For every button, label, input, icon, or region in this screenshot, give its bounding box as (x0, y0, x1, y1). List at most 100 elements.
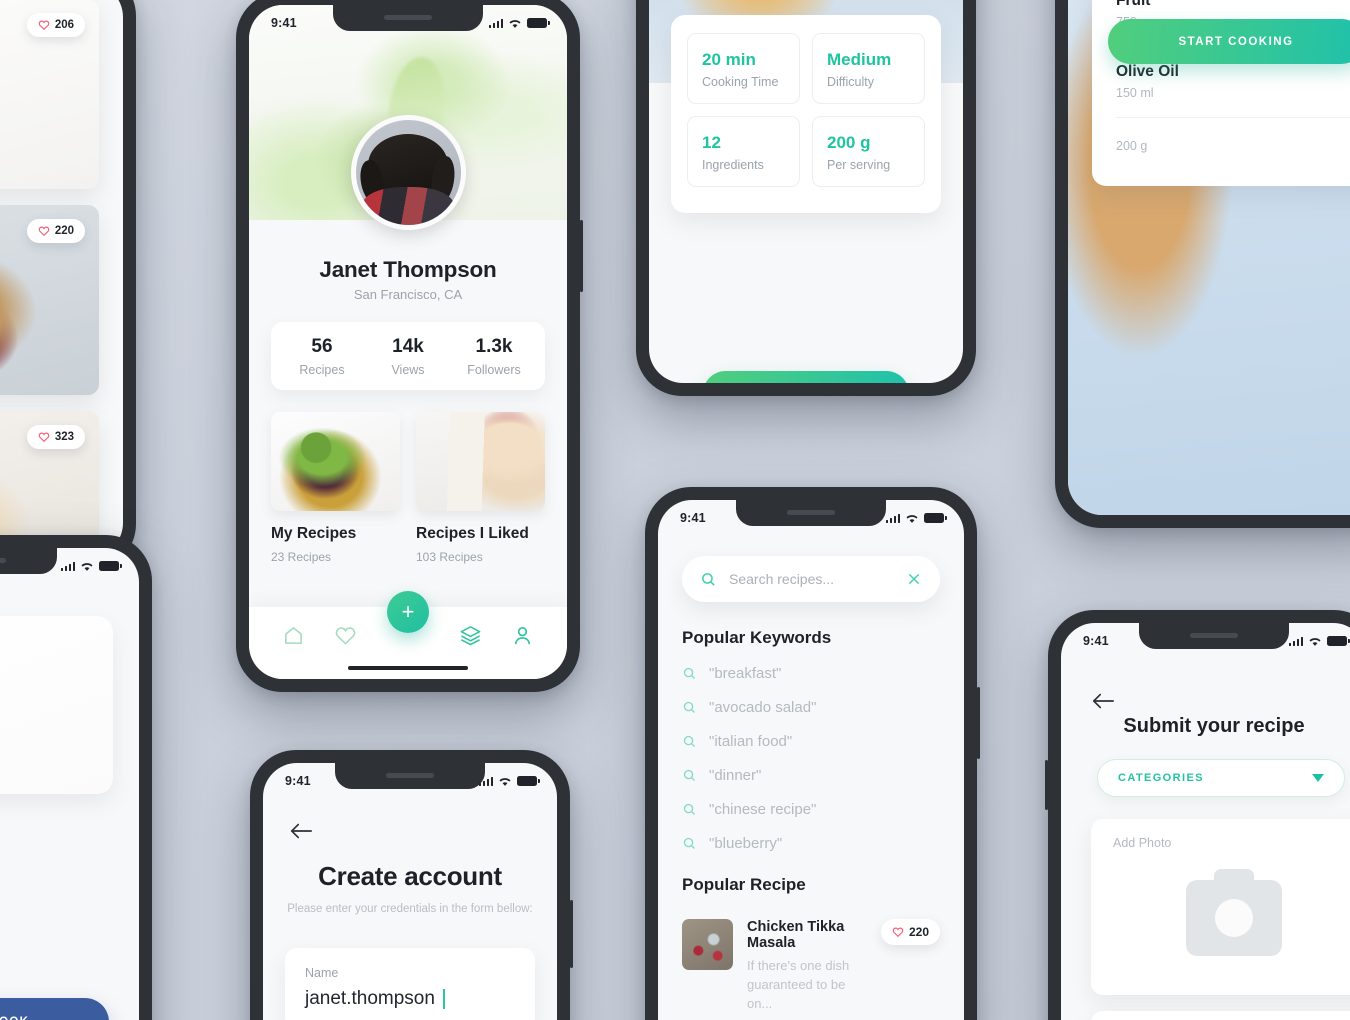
search-input[interactable]: Search recipes... (729, 571, 894, 587)
tab-favorites[interactable] (334, 624, 357, 647)
like-badge[interactable]: 220 (26, 219, 85, 243)
close-icon[interactable] (906, 571, 922, 587)
recipe-description: If there's one dish guaranteed to be on.… (747, 958, 850, 1011)
shopping-list-button[interactable]: SHOPPING LIST (703, 371, 909, 383)
power-button[interactable] (580, 220, 583, 292)
signal-icon (885, 513, 900, 523)
search-bar[interactable]: Search recipes... (682, 556, 940, 602)
start-cooking-button[interactable]: START COOKING (1108, 19, 1350, 64)
categories-label: CATEGORIES (1118, 772, 1204, 784)
avatar[interactable] (350, 115, 466, 230)
tile-my-recipes[interactable]: My Recipes 23 Recipes (271, 412, 400, 564)
status-bar: 9:41 (263, 763, 557, 793)
tab-profile[interactable] (511, 624, 534, 647)
facebook-login-button[interactable]: ITH FACEBOOK (0, 998, 109, 1020)
search-icon (682, 836, 697, 851)
like-badge[interactable]: 206 (26, 13, 85, 37)
stat-followers[interactable]: 1.3k Followers (451, 336, 537, 377)
stat-recipes[interactable]: 56 Recipes (279, 336, 365, 377)
keyword-item[interactable]: "blueberry" (682, 835, 940, 852)
ingredient-amount: 200 g (1116, 139, 1148, 153)
status-bar: 9:41 (658, 500, 964, 530)
add-photo-card[interactable]: Add Photo (1091, 819, 1350, 995)
avatar-container (249, 115, 567, 230)
status-time: 9:41 (1083, 634, 1109, 648)
meta-cooking-time: 20 min Cooking Time (687, 33, 800, 104)
back-arrow-icon[interactable] (289, 821, 313, 841)
signal-icon (1288, 636, 1303, 646)
ingredient-amount: 150 ml (1116, 86, 1154, 100)
tab-home[interactable] (282, 624, 305, 647)
wifi-icon (498, 776, 512, 787)
tab-collections[interactable] (459, 624, 482, 647)
wifi-icon (1308, 636, 1322, 647)
stat-value: 14k (392, 336, 424, 357)
recipe-thumbnail (682, 919, 733, 970)
stat-value: 1.3k (475, 336, 513, 357)
feed-card[interactable]: 220 (0, 205, 99, 395)
phone-submit-recipe: 9:41 Submit your recipe CATEGORIES Add P… (1045, 610, 1350, 1020)
name-field-label: Name (305, 966, 339, 980)
ingredient-row[interactable]: 200 g (1116, 118, 1350, 170)
phone-onboarding: 9:41 cipes ne goes here ITH FACEBOOK (0, 535, 152, 1020)
recipe-name: Chicken Tikka Masala (747, 919, 845, 951)
recipe-detail-screen: 20 min Cooking Time Medium Difficulty 12… (649, 0, 963, 383)
onboarding-screen: 9:41 cipes ne goes here ITH FACEBOOK (0, 548, 139, 1020)
like-badge[interactable]: 323 (26, 425, 85, 449)
tile-title: Recipes I Liked (416, 525, 529, 542)
heart-icon (38, 225, 50, 237)
meta-label: Difficulty (827, 75, 875, 89)
phone-feed: 206 uch 220 323 (0, 0, 136, 570)
wifi-icon (905, 513, 919, 524)
status-time: 9:41 (285, 774, 311, 788)
add-recipe-fab[interactable]: + (387, 591, 429, 633)
volume-up-button[interactable] (1045, 760, 1048, 810)
categories-dropdown[interactable]: CATEGORIES (1097, 759, 1345, 797)
profile-location: San Francisco, CA (353, 287, 463, 302)
keyword-label: "dinner" (709, 767, 762, 784)
tile-title: My Recipes (271, 525, 357, 542)
stat-label: Views (391, 363, 425, 377)
wifi-icon (508, 18, 522, 29)
tile-recipes-i-liked[interactable]: Recipes I Liked 103 Recipes (416, 412, 545, 564)
phone-recipe-detail: 20 min Cooking Time Medium Difficulty 12… (636, 0, 976, 396)
signal-icon (488, 18, 503, 28)
recipe-title-card[interactable]: Recipe Title (1091, 1011, 1350, 1020)
like-badge[interactable]: 220 (880, 919, 940, 945)
ingredient-name: Olive Oil (1116, 63, 1179, 80)
meta-label: Ingredients (702, 158, 764, 172)
keyword-item[interactable]: "avocado salad" (682, 699, 940, 716)
back-arrow-icon[interactable] (1091, 691, 1115, 711)
power-button[interactable] (977, 687, 980, 759)
form-card: Name janet.thompson (285, 948, 535, 1020)
profile-screen: 9:41 FOLLOWING Janet Thompson San Franci… (249, 5, 567, 679)
text-caret (442, 989, 445, 1009)
keyword-item[interactable]: "chinese recipe" (682, 801, 940, 818)
tile-subtitle: 23 Recipes (271, 550, 332, 564)
stat-views[interactable]: 14k Views (365, 336, 451, 377)
recipe-list-item[interactable]: Chicken Tikka Masala If there's one dish… (682, 905, 940, 1020)
status-bar: 9:41 (249, 5, 567, 35)
keyword-label: "italian food" (709, 733, 793, 750)
power-button[interactable] (570, 900, 573, 968)
meta-value: 12 (702, 133, 721, 152)
search-icon (682, 734, 697, 749)
like-count: 220 (54, 225, 74, 237)
phone-profile: 9:41 FOLLOWING Janet Thompson San Franci… (236, 0, 583, 692)
battery-icon (527, 18, 550, 28)
meta-ingredients: 12 Ingredients (687, 116, 800, 187)
name-field[interactable]: janet.thompson (305, 988, 515, 1020)
stat-value: 56 (311, 336, 333, 357)
feed-card[interactable]: 206 uch (0, 0, 99, 189)
keyword-item[interactable]: "italian food" (682, 733, 940, 750)
keyword-item[interactable]: "dinner" (682, 767, 940, 784)
phone-create-account: 9:41 Create account Please enter your cr… (250, 750, 573, 1020)
search-icon (682, 666, 697, 681)
popular-keywords-section: Popular Keywords "breakfast" "avocado sa… (682, 628, 940, 852)
popular-keywords-title: Popular Keywords (682, 628, 832, 647)
status-bar: 9:41 (1061, 623, 1350, 653)
battery-icon (1327, 636, 1350, 646)
search-icon (682, 768, 697, 783)
keyword-item[interactable]: "breakfast" (682, 665, 940, 682)
tile-thumbnail (271, 412, 400, 511)
